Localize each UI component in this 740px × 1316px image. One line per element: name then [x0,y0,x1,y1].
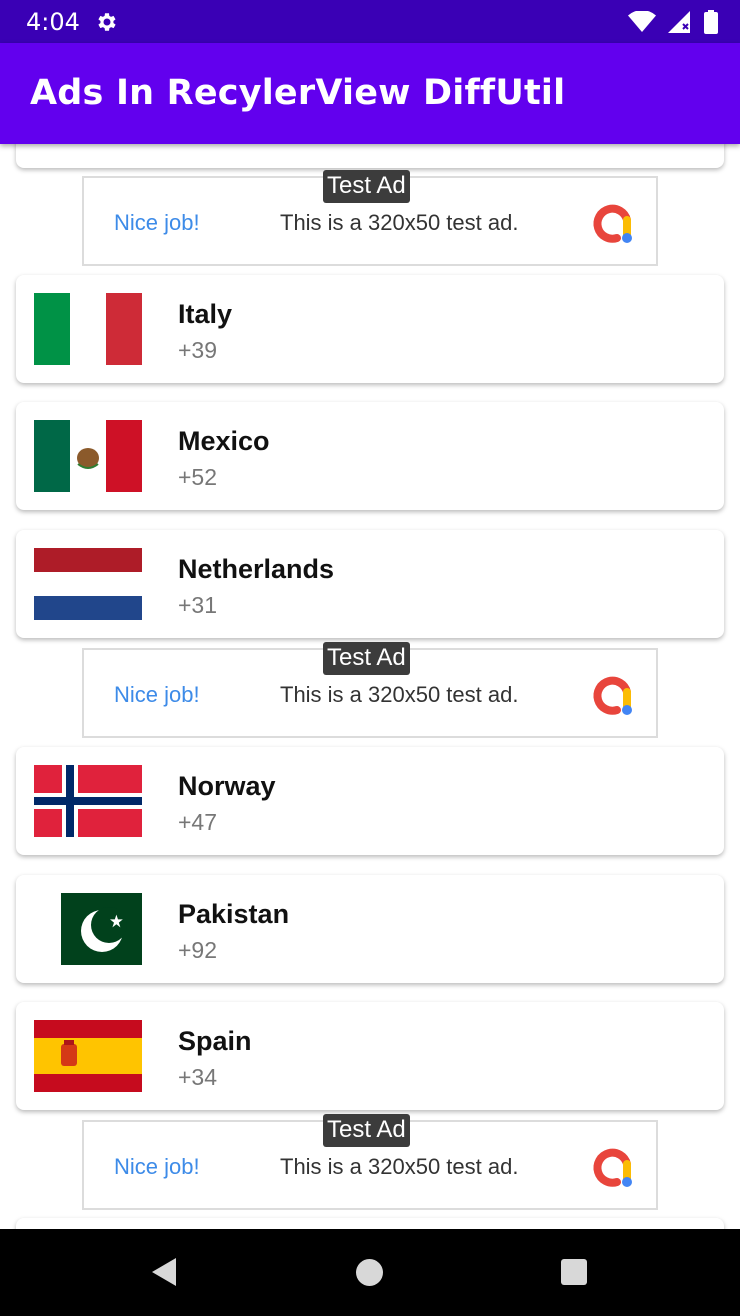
country-name: Pakistan [178,899,290,929]
ad-body: This is a 320x50 test ad. [280,682,519,707]
country-dial-code: +52 [178,464,218,490]
app-title: Ads In RecylerView DiffUtil [30,73,566,113]
back-icon[interactable] [150,1257,178,1287]
country-card-italy[interactable]: Italy +39 [16,275,724,383]
cell-signal-icon [668,11,690,33]
settings-gear-icon [98,13,116,31]
app-bar: Ads In RecylerView DiffUtil [0,43,740,144]
country-dial-code: +47 [178,809,218,835]
country-card-mexico[interactable]: Mexico +52 [16,402,724,510]
country-card-norway[interactable]: Norway +47 [16,747,724,855]
admob-logo-icon [593,204,632,243]
mexico-flag-icon [34,420,142,492]
italy-flag-icon [34,293,142,365]
banner-ad[interactable]: Test Ad Nice job! This is a 320x50 test … [82,170,658,266]
country-card-netherlands[interactable]: Netherlands +31 [16,530,724,638]
navigation-bar [0,1229,740,1316]
status-bar: 4:04 [0,0,740,43]
country-dial-code: +34 [178,1064,218,1090]
ad-headline: Nice job! [114,1154,200,1179]
country-card-spain[interactable]: Spain +34 [16,1002,724,1110]
banner-ad[interactable]: Test Ad Nice job! This is a 320x50 test … [82,1114,658,1210]
netherlands-flag-icon [34,548,142,620]
ad-body: This is a 320x50 test ad. [280,1154,519,1179]
country-name: Netherlands [178,554,335,584]
home-icon[interactable] [356,1259,383,1286]
banner-ad[interactable]: Test Ad Nice job! This is a 320x50 test … [82,642,658,738]
spain-flag-icon [34,1020,142,1092]
country-dial-code: +31 [178,592,218,618]
country-name: Norway [178,771,276,801]
country-name: Spain [178,1026,252,1056]
test-ad-badge: Test Ad [323,170,410,203]
pakistan-flag-icon [34,893,142,965]
status-time: 4:04 [26,8,80,36]
country-dial-code: +39 [178,337,218,363]
country-name: Italy [178,299,233,329]
admob-logo-icon [593,1148,632,1187]
country-card-pakistan[interactable]: Pakistan +92 [16,875,724,983]
test-ad-badge: Test Ad [323,642,410,675]
ad-headline: Nice job! [114,210,200,235]
ad-body: This is a 320x50 test ad. [280,210,519,235]
country-dial-code: +92 [178,937,218,963]
norway-flag-icon [34,765,142,837]
battery-icon [704,10,718,34]
list-item-partial-bottom[interactable] [16,1218,724,1229]
wifi-icon [628,11,656,32]
country-list[interactable]: Test Ad Nice job! This is a 320x50 test … [0,144,740,1229]
test-ad-badge: Test Ad [323,1114,410,1147]
status-icons [628,9,718,35]
recents-icon[interactable] [561,1259,587,1285]
admob-logo-icon [593,676,632,715]
list-item-partial-top[interactable] [16,144,724,168]
ad-headline: Nice job! [114,682,200,707]
country-name: Mexico [178,426,270,456]
